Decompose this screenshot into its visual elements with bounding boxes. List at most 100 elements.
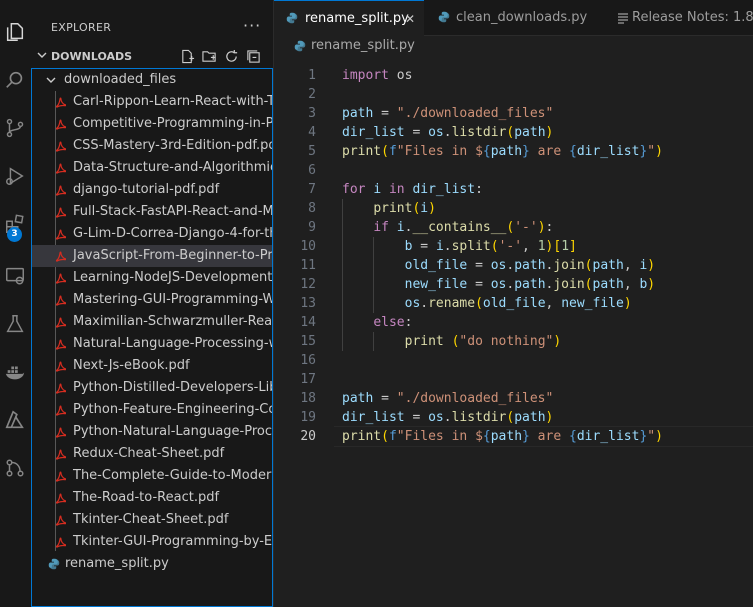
code-token: i [420,201,429,216]
file-row[interactable]: The-Road-to-React.pdf [32,487,272,509]
code-token: ) [545,410,554,425]
code-token: = [467,277,491,292]
azure-icon[interactable] [0,402,30,438]
file-name: Competitive-Programming-in-Py... [73,116,272,131]
file-row[interactable]: Mastering-GUI-Programming-Wi... [32,289,272,311]
code-line: old_file = os.path.join(path, i) [342,258,656,273]
code-token: { [569,144,577,159]
file-row-root[interactable]: rename_split.py [32,553,272,575]
tab-clean-downloads[interactable]: clean_downloads.py [424,0,601,35]
line-number: 5 [308,144,316,159]
code-token: are [529,144,569,159]
file-name: The-Road-to-React.pdf [73,490,220,505]
file-row[interactable]: Natural-Language-Processing-wi... [32,333,272,355]
file-row[interactable]: Carl-Rippon-Learn-React-with-Ty... [32,91,272,113]
file-row[interactable]: Tkinter-Cheat-Sheet.pdf [32,509,272,531]
new-file-icon[interactable] [179,48,195,64]
tab-label: Release Notes: 1.88.1 [632,10,753,25]
refresh-icon[interactable] [223,48,239,64]
testing-icon[interactable] [0,306,30,342]
code-token: = [404,125,429,140]
remote-explorer-icon[interactable] [0,258,30,294]
pdf-file-icon [55,229,66,240]
line-number: 10 [300,239,316,254]
code-token: = [412,239,436,254]
source-control-icon[interactable] [0,110,30,146]
line-number: 12 [300,277,316,292]
workspace-section-header[interactable]: DOWNLOADS [31,46,273,68]
file-row[interactable]: Data-Structure-and-Algorithmic-... [32,157,272,179]
file-row[interactable]: Python-Natural-Language-Proce... [32,421,272,443]
file-row[interactable]: Next-Js-eBook.pdf [32,355,272,377]
code-token: ) [655,144,663,159]
code-token: path [514,277,546,292]
code-token: new_file [561,296,624,311]
git-graph-icon[interactable] [0,450,30,486]
close-icon[interactable]: ✕ [405,12,415,26]
pdf-file-icon [55,163,66,174]
file-row[interactable]: G-Lim-D-Correa-Django-4-for-th... [32,223,272,245]
pdf-file-icon [55,295,66,306]
breadcrumb[interactable]: rename_split.py [274,35,753,57]
code-token: ) [537,220,546,235]
tab-release-notes[interactable]: Release Notes: 1.88.1 [600,0,753,35]
code-token: . [420,296,429,311]
collapse-all-icon[interactable] [245,48,261,64]
file-row[interactable]: Learning-NodeJS-Development.... [32,267,272,289]
code-token: path [490,144,523,159]
code-token: . [443,239,452,254]
activity-bar: 3 [0,0,32,607]
code-token: f [388,144,397,159]
file-row[interactable]: Maximilian-Schwarzmuller-React... [32,311,272,333]
file-row[interactable]: Python-Distilled-Developers-Libr... [32,377,272,399]
pdf-file-icon [55,339,66,350]
search-icon[interactable] [0,62,30,98]
file-tree: downloaded_files Carl-Rippon-Learn-React… [31,68,273,607]
code-token: dir_list [576,429,640,444]
file-name: Tkinter-Cheat-Sheet.pdf [73,512,229,527]
folder-row[interactable]: downloaded_files [32,69,272,91]
file-name: Natural-Language-Processing-wi... [73,336,272,351]
line-number: 11 [300,258,316,273]
code-token: old_file [482,296,546,311]
pdf-file-icon [55,405,66,416]
file-row[interactable]: Full-Stack-FastAPI-React-and-Mo... [32,201,272,223]
explorer-icon[interactable] [0,14,30,50]
file-row[interactable]: JavaScript-From-Beginner-to-Pro... [32,245,272,267]
code-token: ) [545,125,554,140]
file-row[interactable]: The-Complete-Guide-to-Modern... [32,465,272,487]
code-token: '-' [514,220,538,235]
code-token: path [342,391,374,406]
code-token: os [490,258,507,273]
more-actions-icon[interactable]: ··· [243,16,261,35]
run-debug-icon[interactable] [0,158,30,194]
file-name: Tkinter-GUI-Programming-by-Ex... [73,534,272,549]
pdf-file-icon [55,515,66,526]
new-folder-icon[interactable] [201,48,217,64]
code-token: i [435,239,444,254]
file-row[interactable]: CSS-Mastery-3rd-Edition-pdf.pdf [32,135,272,157]
code-token: os [428,410,444,425]
line-number: 16 [300,353,316,368]
code-line: import os [342,68,412,83]
tab-rename-split[interactable]: rename_split.py ✕ [274,0,424,36]
code-token: listdir [451,125,507,140]
file-row[interactable]: Competitive-Programming-in-Py... [32,113,272,135]
code-token: i [396,220,405,235]
line-number: 8 [308,201,316,216]
extensions-badge: 3 [7,227,22,242]
breadcrumb-file: rename_split.py [311,38,415,53]
file-row[interactable]: Redux-Cheat-Sheet.pdf [32,443,272,465]
docker-icon[interactable] [0,354,30,390]
file-row[interactable]: django-tutorial-pdf.pdf [32,179,272,201]
code-token: " [647,144,656,159]
file-name: The-Complete-Guide-to-Modern... [73,468,272,483]
code-token: '-' [498,239,523,254]
file-row[interactable]: Tkinter-GUI-Programming-by-Ex... [32,531,272,553]
code-token: = [373,391,397,406]
code-token: ] [569,239,577,254]
file-row[interactable]: Python-Feature-Engineering-Coo... [32,399,272,421]
pdf-file-icon [55,471,66,482]
